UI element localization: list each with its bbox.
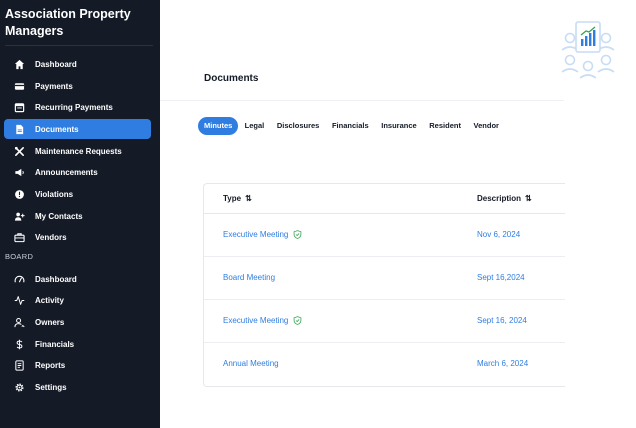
sidebar-item-label: Announcements xyxy=(35,167,98,177)
gear-icon xyxy=(4,382,32,393)
document-type-link[interactable]: Executive Meeting xyxy=(223,316,288,325)
tab-legal[interactable]: Legal xyxy=(238,117,270,135)
sort-icon[interactable]: ⇅ xyxy=(525,194,532,203)
tab-minutes[interactable]: Minutes xyxy=(198,117,239,135)
sidebar-item-settings[interactable]: Settings xyxy=(4,377,151,397)
sidebar-item-my-contacts[interactable]: My Contacts xyxy=(4,206,151,226)
association-logo-icon xyxy=(561,21,615,79)
tab-vendor[interactable]: Vendor xyxy=(467,117,505,135)
calendar-icon xyxy=(4,102,32,113)
tab-insurance[interactable]: Insurance xyxy=(375,117,423,135)
type-cell: Annual Meeting xyxy=(223,359,279,368)
sidebar-item-recurring-payments[interactable]: Recurring Payments xyxy=(4,97,151,117)
sidebar-item-violations[interactable]: Violations xyxy=(4,184,151,204)
verified-shield-icon xyxy=(294,316,302,325)
table-row[interactable]: Executive Meeting Nov 6, 2024 xyxy=(204,214,565,257)
sidebar-item-documents[interactable]: Documents xyxy=(4,119,151,139)
sidebar-item-announcements[interactable]: Announcements xyxy=(4,162,151,182)
column-header-label: Type xyxy=(223,194,242,203)
document-type-link[interactable]: Annual Meeting xyxy=(223,359,279,368)
dollar-icon xyxy=(4,339,32,350)
sidebar-item-label: Documents xyxy=(35,124,79,134)
document-icon xyxy=(4,124,32,135)
sidebar-item-label: Violations xyxy=(35,189,74,199)
sidebar-item-reports[interactable]: Reports xyxy=(4,355,151,375)
add-person-icon xyxy=(4,211,32,222)
sidebar-item-payments[interactable]: Payments xyxy=(4,76,151,96)
sidebar-divider xyxy=(5,45,153,46)
tab-disclosures[interactable]: Disclosures xyxy=(271,117,326,135)
type-cell: Board Meeting xyxy=(223,273,275,282)
document-type-link[interactable]: Board Meeting xyxy=(223,273,275,282)
document-tabs: Minutes Legal Disclosures Financials Ins… xyxy=(198,117,505,135)
credit-card-icon xyxy=(4,81,32,92)
sidebar-item-vendors[interactable]: Vendors xyxy=(4,227,151,247)
description-cell[interactable]: Sept 16, 2024 xyxy=(477,316,527,325)
sidebar-item-label: Maintenance Requests xyxy=(35,146,122,156)
sidebar-item-label: Vendors xyxy=(35,232,67,242)
page-title: Documents xyxy=(204,73,259,84)
sidebar-item-label: Financials xyxy=(35,339,75,349)
tools-icon xyxy=(4,146,32,157)
description-cell[interactable]: Sept 16,2024 xyxy=(477,273,525,282)
verified-shield-icon xyxy=(294,230,302,239)
column-header-type[interactable]: Type ⇅ xyxy=(223,194,252,203)
sidebar-item-dashboard[interactable]: Dashboard xyxy=(4,54,151,74)
main-content: Documents Minutes Legal Disclosures Fina… xyxy=(160,0,636,428)
tab-financials[interactable]: Financials xyxy=(326,117,375,135)
title-divider xyxy=(160,100,564,101)
sidebar-section-board: BOARD xyxy=(5,252,34,261)
sidebar-item-label: Dashboard xyxy=(35,59,77,69)
sidebar-item-label: Settings xyxy=(35,382,67,392)
column-header-description[interactable]: Description ⇅ xyxy=(477,194,532,203)
description-cell[interactable]: Nov 6, 2024 xyxy=(477,230,520,239)
sidebar-item-label: Activity xyxy=(35,295,64,305)
sort-icon[interactable]: ⇅ xyxy=(245,194,252,203)
megaphone-icon xyxy=(4,167,32,178)
column-header-label: Description xyxy=(477,194,522,203)
type-cell: Executive Meeting xyxy=(223,316,302,325)
sidebar-item-label: Reports xyxy=(35,360,66,370)
documents-table: Type ⇅ Description ⇅ Executive Meeting N… xyxy=(203,183,565,387)
home-icon xyxy=(4,59,32,70)
app-name: Association Property Managers xyxy=(5,7,131,38)
document-type-link[interactable]: Executive Meeting xyxy=(223,230,288,239)
sidebar: Association Property Managers Dashboard … xyxy=(0,0,160,428)
alert-icon xyxy=(4,189,32,200)
table-row[interactable]: Executive Meeting Sept 16, 2024 xyxy=(204,300,565,343)
description-cell[interactable]: March 6, 2024 xyxy=(477,359,528,368)
sidebar-item-label: Payments xyxy=(35,81,73,91)
activity-icon xyxy=(4,295,32,306)
sidebar-item-board-dashboard[interactable]: Dashboard xyxy=(4,269,151,289)
tab-resident[interactable]: Resident xyxy=(423,117,467,135)
sidebar-item-label: Owners xyxy=(35,317,65,327)
type-cell: Executive Meeting xyxy=(223,230,302,239)
sidebar-item-maintenance-requests[interactable]: Maintenance Requests xyxy=(4,141,151,161)
table-header: Type ⇅ Description ⇅ xyxy=(204,184,565,214)
sidebar-item-owners[interactable]: Owners xyxy=(4,312,151,332)
report-icon xyxy=(4,359,32,371)
gauge-icon xyxy=(4,274,32,285)
table-row[interactable]: Board Meeting Sept 16,2024 xyxy=(204,257,565,300)
sidebar-item-label: Dashboard xyxy=(35,274,77,284)
sidebar-item-label: Recurring Payments xyxy=(35,102,113,112)
owner-icon xyxy=(4,317,32,328)
sidebar-item-label: My Contacts xyxy=(35,211,83,221)
sidebar-item-financials[interactable]: Financials xyxy=(4,334,151,354)
sidebar-item-activity[interactable]: Activity xyxy=(4,290,151,310)
table-row[interactable]: Annual Meeting March 6, 2024 xyxy=(204,343,565,386)
briefcase-icon xyxy=(4,232,32,243)
app-root: Association Property Managers Dashboard … xyxy=(0,0,636,428)
